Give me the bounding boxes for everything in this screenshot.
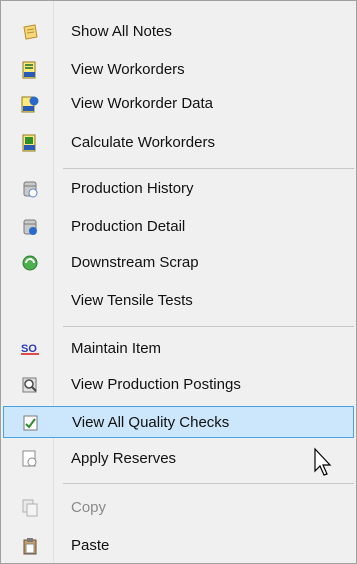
notepad-icon (23, 24, 38, 40)
menu-item-label: Apply Reserves (71, 450, 177, 467)
context-menu: Show All Notes View Workorders View Work… (0, 0, 357, 564)
menu-item-label: Production History (71, 180, 194, 197)
menu-item-copy[interactable]: Copy (3, 492, 354, 524)
detail-db-icon (23, 219, 37, 235)
menu-item-view-tensile-tests[interactable]: View Tensile Tests (3, 285, 354, 317)
menu-item-label: Production Detail (71, 218, 186, 235)
menu-separator (63, 483, 354, 484)
menu-item-apply-reserves[interactable]: Apply Reserves (3, 443, 354, 475)
mouse-pointer-icon (314, 447, 332, 476)
menu-item-label: View Tensile Tests (71, 292, 193, 309)
workorder-icon (22, 61, 36, 79)
menu-item-view-all-quality-checks[interactable]: View All Quality Checks (3, 406, 354, 438)
paste-icon (23, 538, 37, 555)
history-db-icon (23, 181, 38, 198)
menu-separator (63, 168, 354, 169)
workorder-info-icon (21, 96, 39, 113)
menu-item-show-all-notes[interactable]: Show All Notes (3, 16, 354, 48)
checkmark-doc-icon (23, 415, 38, 431)
menu-item-downstream-scrap[interactable]: Downstream Scrap (3, 247, 354, 279)
menu-item-label: Maintain Item (71, 340, 162, 357)
menu-item-maintain-item[interactable]: SO Maintain Item (3, 333, 354, 365)
magnifier-doc-icon (22, 377, 37, 393)
menu-item-label: Paste (71, 537, 110, 554)
menu-item-calculate-workorders[interactable]: Calculate Workorders (3, 127, 354, 159)
so-icon: SO (21, 343, 39, 355)
workorder-calc-icon (22, 134, 36, 152)
menu-item-label: Downstream Scrap (71, 254, 199, 271)
menu-item-label: View Workorder Data (71, 95, 214, 112)
menu-item-view-workorders[interactable]: View Workorders (3, 54, 354, 86)
menu-item-label: Show All Notes (71, 23, 172, 40)
copy-icon (22, 499, 38, 517)
recycle-icon (22, 255, 38, 271)
menu-item-production-detail[interactable]: Production Detail (3, 211, 354, 243)
menu-item-label: View Workorders (71, 61, 185, 78)
menu-item-label: View Production Postings (71, 376, 241, 393)
menu-item-view-production-postings[interactable]: View Production Postings (3, 369, 354, 401)
menu-separator (63, 326, 354, 327)
menu-item-label: Calculate Workorders (71, 134, 215, 151)
menu-item-label: View All Quality Checks (72, 414, 230, 431)
menu-item-production-history[interactable]: Production History (3, 173, 354, 205)
menu-item-view-workorder-data[interactable]: View Workorder Data (3, 88, 354, 120)
menu-item-label: Copy (71, 499, 107, 516)
menu-item-paste[interactable]: Paste (3, 530, 354, 562)
doc-clock-icon (22, 450, 37, 467)
